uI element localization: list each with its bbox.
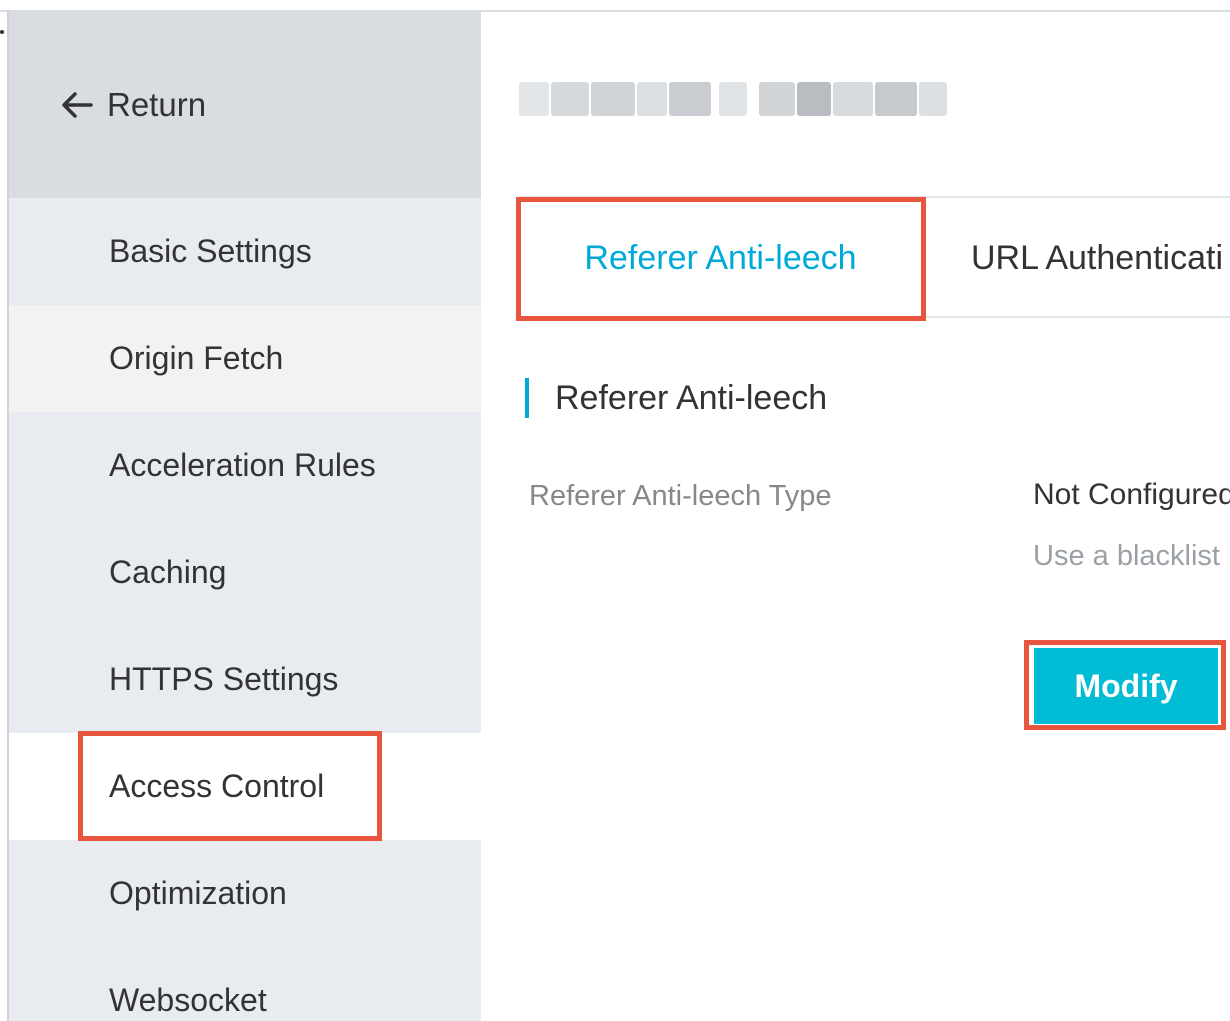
section-accent-bar	[525, 378, 529, 418]
sidebar-item-acceleration-rules[interactable]: Acceleration Rules	[9, 412, 481, 519]
return-button[interactable]: Return	[9, 12, 481, 198]
tab-referer-anti-leech[interactable]: Referer Anti-leech	[519, 198, 924, 318]
sidebar-item-optimization[interactable]: Optimization	[9, 840, 481, 947]
sidebar-item-caching[interactable]: Caching	[9, 519, 481, 626]
sidebar: Return Basic Settings Origin Fetch Accel…	[9, 12, 481, 1021]
domain-title-redacted	[519, 64, 947, 134]
corner-dot	[0, 30, 4, 34]
arrow-left-icon	[62, 92, 93, 118]
sidebar-item-websocket[interactable]: Websocket	[9, 947, 481, 1021]
return-label: Return	[107, 86, 207, 123]
sidebar-item-origin-fetch[interactable]: Origin Fetch	[9, 305, 481, 412]
modify-button[interactable]: Modify	[1034, 648, 1218, 724]
sidebar-item-access-control[interactable]: Access Control	[9, 733, 481, 840]
referer-type-label: Referer Anti-leech Type	[529, 480, 832, 512]
section-title: Referer Anti-leech	[555, 378, 828, 417]
section-header: Referer Anti-leech	[525, 376, 827, 420]
tab-bar: Referer Anti-leech URL Authenticati	[519, 196, 1230, 318]
tab-url-authentication[interactable]: URL Authenticati	[971, 198, 1230, 318]
referer-type-description: Use a blacklist	[1033, 540, 1220, 572]
referer-type-value: Not Configured	[1033, 478, 1230, 511]
sidebar-item-https-settings[interactable]: HTTPS Settings	[9, 626, 481, 733]
sidebar-item-basic-settings[interactable]: Basic Settings	[9, 198, 481, 305]
main-content: Referer Anti-leech URL Authenticati Refe…	[481, 12, 1230, 1021]
